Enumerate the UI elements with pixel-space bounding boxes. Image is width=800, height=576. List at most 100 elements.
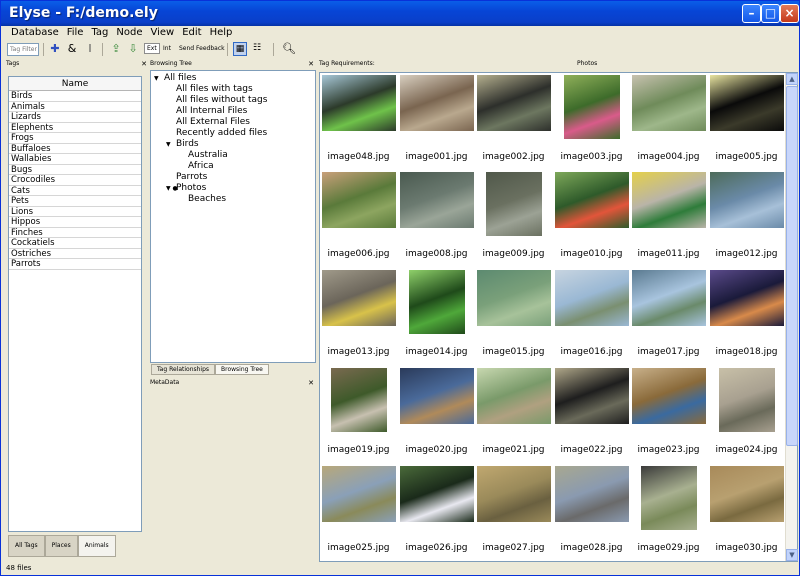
photo-thumbnail[interactable] xyxy=(330,368,387,432)
photo-thumbnail[interactable] xyxy=(476,270,551,326)
scroll-up-icon[interactable]: ▲ xyxy=(786,73,798,85)
photo-cell[interactable]: image023.jpg xyxy=(630,366,707,463)
export-icon[interactable]: ⇩ xyxy=(126,42,140,56)
ampersand-icon[interactable]: & xyxy=(65,42,79,56)
photo-cell[interactable]: image003.jpg xyxy=(553,73,630,170)
photo-thumbnail[interactable] xyxy=(554,270,629,326)
text-cursor-icon[interactable]: I xyxy=(83,42,97,56)
photo-thumbnail[interactable] xyxy=(631,75,706,131)
photo-cell[interactable]: image001.jpg xyxy=(398,73,475,170)
expand-arrow-icon[interactable]: ▼ xyxy=(166,139,171,150)
photo-cell[interactable]: image011.jpg xyxy=(630,170,707,267)
photo-thumbnail[interactable] xyxy=(631,172,706,228)
tag-list-item[interactable]: Finches xyxy=(9,228,141,238)
photo-cell[interactable]: image028.jpg xyxy=(553,464,630,561)
photo-cell[interactable]: image006.jpg xyxy=(320,170,397,267)
photo-thumbnail[interactable] xyxy=(399,172,474,228)
photo-cell[interactable]: image027.jpg xyxy=(475,464,552,561)
close-icon[interactable]: × xyxy=(780,4,799,23)
minimize-icon[interactable]: – xyxy=(742,4,761,23)
maximize-icon[interactable]: □ xyxy=(761,4,780,23)
tab-animals[interactable]: Animals xyxy=(77,535,116,557)
photo-thumbnail[interactable] xyxy=(709,172,784,228)
tag-list-item[interactable]: Wallabies xyxy=(9,154,141,165)
photo-thumbnail[interactable] xyxy=(399,75,474,131)
send-feedback-button[interactable]: Send Feedback xyxy=(179,45,225,52)
search-icon[interactable]: 🔍︎ xyxy=(282,42,296,56)
photo-cell[interactable]: image025.jpg xyxy=(320,464,397,561)
menu-node[interactable]: Node xyxy=(112,26,146,40)
photo-thumbnail[interactable] xyxy=(554,368,629,424)
photo-cell[interactable]: image029.jpg xyxy=(630,464,707,561)
tag-list-item[interactable]: Frogs xyxy=(9,133,141,144)
photo-cell[interactable]: image013.jpg xyxy=(320,268,397,365)
photo-cell[interactable]: image004.jpg xyxy=(630,73,707,170)
photo-thumbnail[interactable] xyxy=(631,368,706,424)
photo-thumbnail[interactable] xyxy=(476,75,551,131)
photo-thumbnail[interactable] xyxy=(321,172,396,228)
close-icon[interactable]: ✕ xyxy=(308,60,314,68)
photo-thumbnail[interactable] xyxy=(321,466,396,522)
photo-thumbnail[interactable] xyxy=(709,466,784,522)
tags-column-header[interactable]: Name xyxy=(9,77,141,91)
ext-button[interactable]: Ext xyxy=(144,43,160,54)
vertical-scrollbar[interactable]: ▲ ▼ xyxy=(785,73,798,561)
menu-file[interactable]: File xyxy=(63,26,88,40)
close-icon[interactable]: ✕ xyxy=(141,60,147,68)
photo-thumbnail[interactable] xyxy=(640,466,697,530)
menu-view[interactable]: View xyxy=(147,26,179,40)
title-bar[interactable]: Elyse - F:/demo.ely – □ × xyxy=(1,1,799,26)
photo-cell[interactable]: image048.jpg xyxy=(320,73,397,170)
tab-places[interactable]: Places xyxy=(44,535,78,557)
photo-cell[interactable]: image030.jpg xyxy=(708,464,785,561)
tag-list-item[interactable]: Lizards xyxy=(9,112,141,123)
tag-list-item[interactable]: Hippos xyxy=(9,217,141,228)
tag-list-item[interactable]: Cats xyxy=(9,186,141,196)
close-icon[interactable]: ✕ xyxy=(308,379,314,387)
list-view-icon[interactable]: ☷ xyxy=(250,42,264,56)
tag-list-item[interactable]: Lions xyxy=(9,207,141,217)
photo-cell[interactable]: image014.jpg xyxy=(398,268,475,365)
tag-list-item[interactable]: Bugs xyxy=(9,165,141,175)
photo-thumbnail[interactable] xyxy=(718,368,775,432)
photo-cell[interactable]: image009.jpg xyxy=(475,170,552,267)
photo-thumbnail[interactable] xyxy=(321,270,396,326)
photo-thumbnail[interactable] xyxy=(631,270,706,326)
photo-cell[interactable]: image018.jpg xyxy=(708,268,785,365)
photo-cell[interactable]: image017.jpg xyxy=(630,268,707,365)
photo-thumbnail[interactable] xyxy=(554,172,629,228)
tag-list-item[interactable]: Ostriches xyxy=(9,249,141,259)
photo-thumbnail[interactable] xyxy=(476,368,551,424)
photo-cell[interactable]: image016.jpg xyxy=(553,268,630,365)
menu-tag[interactable]: Tag xyxy=(87,26,112,40)
photo-thumbnail[interactable] xyxy=(485,172,542,236)
tag-list-item[interactable]: Buffaloes xyxy=(9,144,141,154)
photo-cell[interactable]: image021.jpg xyxy=(475,366,552,463)
tag-list-item[interactable]: Animals xyxy=(9,102,141,112)
photo-thumbnail[interactable] xyxy=(709,270,784,326)
photo-cell[interactable]: image002.jpg xyxy=(475,73,552,170)
int-button[interactable]: Int xyxy=(163,45,171,52)
photo-thumbnail[interactable] xyxy=(399,466,474,522)
photo-cell[interactable]: image026.jpg xyxy=(398,464,475,561)
photo-cell[interactable]: image008.jpg xyxy=(398,170,475,267)
photo-thumbnail[interactable] xyxy=(321,75,396,131)
tag-filter-input[interactable]: Tag Filter xyxy=(7,43,39,56)
import-icon[interactable]: ⇪ xyxy=(109,42,123,56)
photo-cell[interactable]: image015.jpg xyxy=(475,268,552,365)
menu-edit[interactable]: Edit xyxy=(178,26,205,40)
menu-help[interactable]: Help xyxy=(206,26,237,40)
add-tag-icon[interactable]: ✚ xyxy=(48,42,62,56)
photo-thumbnail[interactable] xyxy=(476,466,551,522)
tag-list-item[interactable]: Elephents xyxy=(9,123,141,133)
photo-thumbnail[interactable] xyxy=(408,270,465,334)
tag-list-item[interactable]: Pets xyxy=(9,196,141,207)
photo-cell[interactable]: image024.jpg xyxy=(708,366,785,463)
photo-thumbnail[interactable] xyxy=(554,466,629,522)
scrollbar-thumb[interactable] xyxy=(786,86,798,446)
menu-database[interactable]: Database xyxy=(7,26,63,40)
photo-cell[interactable]: image012.jpg xyxy=(708,170,785,267)
scroll-down-icon[interactable]: ▼ xyxy=(786,549,798,561)
tab-all-tags[interactable]: All Tags xyxy=(8,535,45,557)
tag-list-item[interactable]: Birds xyxy=(9,91,141,102)
